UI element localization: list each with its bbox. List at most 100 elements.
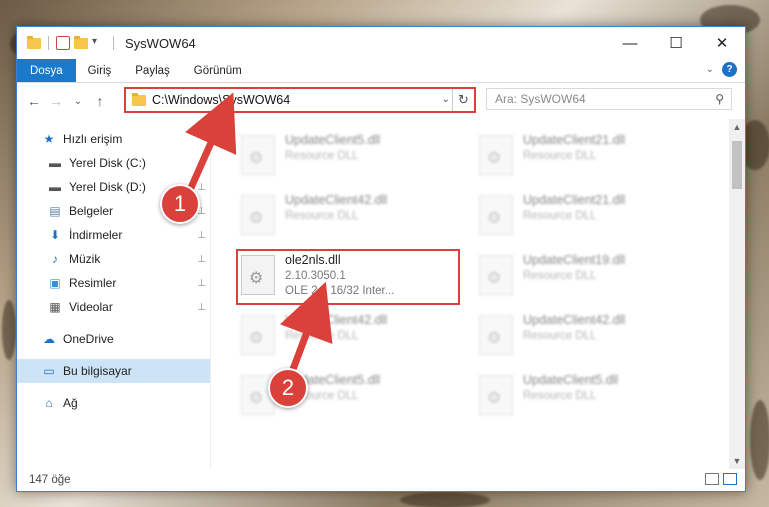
computer-icon: ▭ <box>43 364 55 378</box>
dll-file-icon <box>241 315 275 355</box>
download-icon: ⬇ <box>49 228 61 242</box>
item-count: 147 öğe <box>29 474 71 486</box>
file-name: UpdateClient19.dll <box>523 253 626 267</box>
pictures-icon: ▣ <box>49 276 61 290</box>
explorer-window: ▾ SysWOW64 — ☐ ✕ Dosya Giriş Paylaş Görü… <box>16 26 746 492</box>
new-folder-icon[interactable] <box>74 35 88 49</box>
minimize-button[interactable]: — <box>607 27 653 59</box>
file-detail: Resource DLL <box>523 210 597 222</box>
file-detail: Resource DLL <box>285 330 359 342</box>
sidebar-item-label: Resimler <box>69 276 117 290</box>
search-placeholder: Ara: SysWOW64 <box>495 92 586 106</box>
step-badge-1: 1 <box>160 184 200 224</box>
dll-file-icon <box>479 135 513 175</box>
folder-icon <box>132 92 146 106</box>
tab-share[interactable]: Paylaş <box>123 59 182 82</box>
scroll-down-button[interactable]: ▼ <box>729 453 745 469</box>
forward-button[interactable]: → <box>45 93 67 109</box>
address-dropdown-icon[interactable]: ⌄ <box>442 94 450 105</box>
sidebar-item-1[interactable]: ▬ Yerel Disk (C:) <box>17 151 210 175</box>
recent-locations-button[interactable]: ⌄ <box>67 96 89 107</box>
tab-view[interactable]: Görünüm <box>182 59 254 82</box>
search-input[interactable]: Ara: SysWOW64 ⚲ <box>486 88 732 110</box>
file-detail: Resource DLL <box>523 270 597 282</box>
file-name: UpdateClient42.dll <box>523 313 626 327</box>
scroll-up-button[interactable]: ▲ <box>729 119 745 135</box>
file-detail: Resource DLL <box>285 150 359 162</box>
star-icon: ★ <box>43 132 55 146</box>
window-controls: — ☐ ✕ <box>607 27 745 59</box>
sidebar-item-label: Bu bilgisayar <box>63 364 132 378</box>
window-title: SysWOW64 <box>125 35 196 51</box>
properties-icon[interactable] <box>56 36 70 50</box>
scroll-thumb[interactable] <box>732 141 742 189</box>
close-button[interactable]: ✕ <box>699 27 745 59</box>
file-item[interactable]: UpdateClient42.dll Resource DLL <box>231 309 451 363</box>
file-detail: Resource DLL <box>523 150 597 162</box>
file-item[interactable]: UpdateClient21.dll Resource DLL <box>469 189 689 243</box>
customize-toolbar-icon[interactable]: ▾ <box>92 36 106 50</box>
dll-file-icon <box>241 195 275 235</box>
file-detail: Resource DLL <box>523 390 597 402</box>
file-item[interactable]: UpdateClient5.dllResource DLL <box>231 369 451 423</box>
sidebar-item-label: OneDrive <box>63 332 114 346</box>
sidebar-item-label: İndirmeler <box>69 228 123 242</box>
drive-icon: ▬ <box>49 180 61 194</box>
pin-icon: ⊥ <box>197 277 206 289</box>
ribbon-tabs: Dosya Giriş Paylaş Görünüm ⌄ ? <box>17 59 745 83</box>
address-path: C:\Windows\SysWOW64 <box>152 93 291 107</box>
up-button[interactable]: ↑ <box>89 93 111 109</box>
sidebar-item-10[interactable]: ⌂ Ağ <box>17 391 210 415</box>
help-icon[interactable]: ? <box>722 62 737 77</box>
sidebar-item-4[interactable]: ⬇ İndirmeler ⊥ <box>17 223 210 247</box>
file-name: UpdateClient5.dll <box>285 133 381 147</box>
sidebar-item-8[interactable]: ☁ OneDrive <box>17 327 210 351</box>
main-area: ★ Hızlı erişim ▬ Yerel Disk (C:) ▬ Yerel Disk… <box>17 119 745 469</box>
file-item[interactable]: UpdateClient5.dll Resource DLL <box>469 369 689 423</box>
cloud-icon: ☁ <box>43 332 55 346</box>
title-bar: ▾ SysWOW64 — ☐ ✕ <box>17 27 745 59</box>
refresh-button[interactable]: ↻ <box>452 89 474 111</box>
file-item[interactable]: UpdateClient5.dll Resource DLL <box>231 129 451 183</box>
file-list: UpdateClient5.dllResource DLLUpdateClien… <box>211 119 745 469</box>
step-badge-2: 2 <box>268 368 308 408</box>
file-item[interactable]: UpdateClient19.dll Resource DLL <box>469 249 689 303</box>
back-button[interactable]: ← <box>23 93 45 109</box>
large-icons-view-icon[interactable] <box>723 473 737 485</box>
music-icon: ♪ <box>52 252 58 266</box>
sidebar-item-7[interactable]: ▦ Videolar ⊥ <box>17 295 210 319</box>
sidebar-item-label: Hızlı erişim <box>63 132 123 146</box>
address-bar[interactable]: C:\Windows\SysWOW64 ⌄ ↻ <box>124 87 476 113</box>
search-icon[interactable]: ⚲ <box>715 92 724 106</box>
sidebar-item-label: Yerel Disk (C:) <box>69 156 146 170</box>
file-item[interactable]: UpdateClient42.dll Resource DLL <box>231 189 451 243</box>
vertical-scrollbar[interactable]: ▲ ▼ <box>729 119 745 469</box>
dll-file-icon <box>479 255 513 295</box>
maximize-button[interactable]: ☐ <box>653 27 699 59</box>
sidebar-item-9[interactable]: ▭ Bu bilgisayar <box>17 359 210 383</box>
quick-access-toolbar: ▾ <box>17 27 117 59</box>
expand-ribbon-icon[interactable]: ⌄ <box>706 64 714 75</box>
sidebar-item-5[interactable]: ♪ Müzik ⊥ <box>17 247 210 271</box>
dll-file-icon <box>479 375 513 415</box>
file-name: UpdateClient42.dll <box>285 193 388 207</box>
tab-home[interactable]: Giriş <box>76 59 124 82</box>
details-view-icon[interactable] <box>705 473 719 485</box>
file-name: UpdateClient5.dll <box>523 373 619 387</box>
navigation-pane: ★ Hızlı erişim ▬ Yerel Disk (C:) ▬ Yerel Disk… <box>17 119 211 469</box>
network-icon: ⌂ <box>45 396 53 410</box>
file-item[interactable]: UpdateClient42.dll Resource DLL <box>469 309 689 363</box>
dll-file-icon <box>241 135 275 175</box>
sidebar-item-label: Yerel Disk (D:) <box>69 180 146 194</box>
sidebar-item-label: Ağ <box>63 396 78 410</box>
file-name: UpdateClient42.dll <box>285 313 388 327</box>
selected-file-highlight <box>236 249 460 305</box>
document-icon: ▤ <box>49 204 61 218</box>
pin-icon: ⊥ <box>197 301 206 313</box>
file-name: UpdateClient21.dll <box>523 193 626 207</box>
file-item[interactable]: UpdateClient21.dll Resource DLL <box>469 129 689 183</box>
sidebar-item-6[interactable]: ▣ Resimler ⊥ <box>17 271 210 295</box>
sidebar-item-0[interactable]: ★ Hızlı erişim <box>17 127 210 151</box>
pin-icon: ⊥ <box>197 253 206 265</box>
tab-file[interactable]: Dosya <box>17 59 76 82</box>
